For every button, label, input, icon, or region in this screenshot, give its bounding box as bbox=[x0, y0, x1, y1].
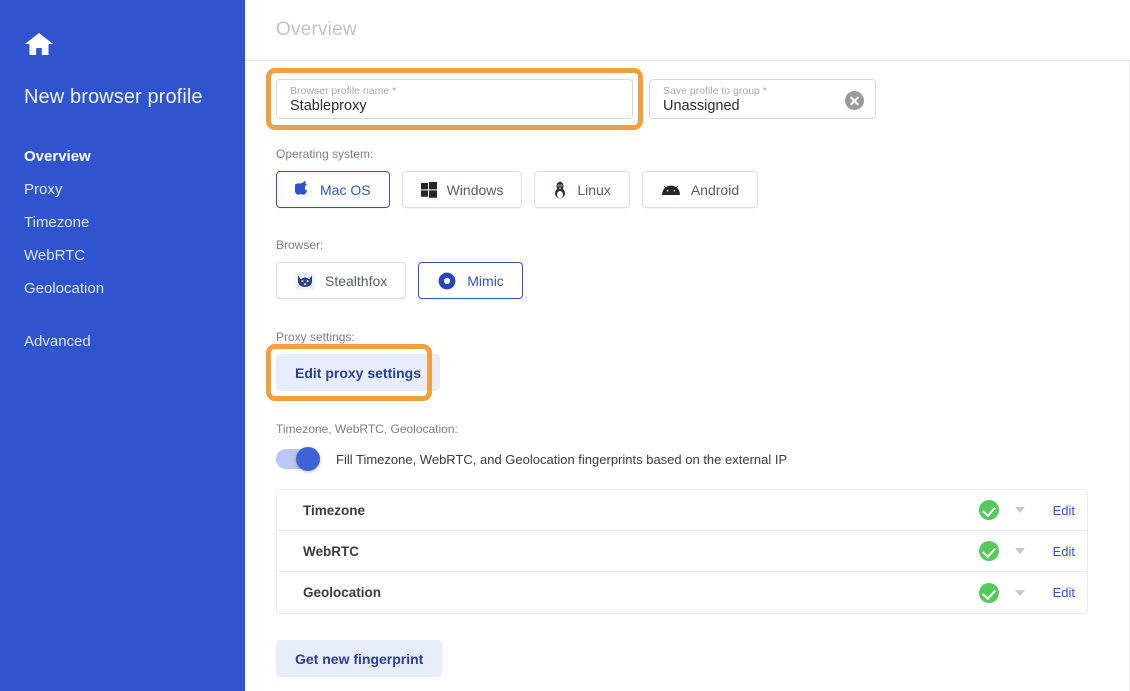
sidebar-title: New browser profile bbox=[24, 86, 203, 108]
app-window: New browser profile Overview Proxy Timez… bbox=[0, 0, 1130, 691]
caret-down-icon[interactable] bbox=[1015, 507, 1025, 513]
browser-option-stealthfox-label: Stealthfox bbox=[325, 272, 388, 289]
fill-fingerprints-toggle[interactable] bbox=[276, 447, 320, 471]
windows-icon bbox=[420, 181, 437, 198]
clear-circle-icon[interactable] bbox=[845, 91, 864, 110]
operating-system-options: Mac OS Windows Linux Android bbox=[245, 171, 1129, 208]
os-option-android-label: Android bbox=[690, 181, 740, 198]
apple-icon bbox=[295, 180, 310, 199]
fingerprint-toggle-text: Fill Timezone, WebRTC, and Geolocation f… bbox=[336, 451, 788, 467]
sidebar-item-timezone[interactable]: Timezone bbox=[24, 206, 224, 239]
browser-option-mimic[interactable]: Mimic bbox=[418, 262, 523, 299]
get-fingerprint-wrap: Get new fingerprint bbox=[276, 640, 1129, 677]
group-select[interactable]: Save profile to group * Unassigned bbox=[649, 79, 876, 119]
fox-icon bbox=[295, 271, 315, 290]
browser-options: Stealthfox Mimic bbox=[245, 262, 1129, 299]
edit-link-webrtc[interactable]: Edit bbox=[1045, 544, 1075, 559]
table-row: WebRTC Edit bbox=[277, 531, 1087, 572]
sidebar-item-webrtc[interactable]: WebRTC bbox=[24, 239, 224, 272]
content-area: Browser profile name * Stableproxy Save … bbox=[245, 61, 1130, 691]
main-panel: Overview Browser profile name * Stablepr… bbox=[245, 0, 1130, 691]
sidebar: New browser profile Overview Proxy Timez… bbox=[0, 0, 245, 691]
row-label-geolocation: Geolocation bbox=[303, 585, 382, 600]
get-new-fingerprint-button[interactable]: Get new fingerprint bbox=[276, 640, 443, 677]
proxy-settings-label: Proxy settings: bbox=[276, 330, 355, 344]
fingerprint-list: Timezone Edit WebRTC Edit Geolocation Ed… bbox=[276, 489, 1088, 614]
os-option-macos-label: Mac OS bbox=[320, 181, 371, 198]
sidebar-nav: Overview Proxy Timezone WebRTC Geolocati… bbox=[24, 140, 224, 358]
os-option-linux-label: Linux bbox=[577, 181, 611, 198]
browser-label: Browser: bbox=[276, 238, 324, 252]
profile-name-value: Stableproxy bbox=[290, 98, 367, 114]
table-row: Timezone Edit bbox=[277, 490, 1087, 531]
edit-link-timezone[interactable]: Edit bbox=[1045, 503, 1075, 518]
caret-down-icon[interactable] bbox=[1015, 589, 1025, 596]
sidebar-item-overview[interactable]: Overview bbox=[24, 140, 224, 173]
browser-option-mimic-label: Mimic bbox=[467, 272, 504, 289]
os-option-windows[interactable]: Windows bbox=[401, 171, 523, 208]
ring-icon bbox=[437, 271, 457, 291]
green-check-icon bbox=[979, 582, 999, 603]
page-title: Overview bbox=[276, 19, 357, 40]
fingerprint-toggle-row: Fill Timezone, WebRTC, and Geolocation f… bbox=[245, 447, 1129, 471]
home-icon[interactable] bbox=[24, 30, 54, 58]
group-field-wrap: Save profile to group * Unassigned bbox=[649, 79, 876, 119]
page-header: Overview bbox=[245, 0, 1130, 61]
green-check-icon bbox=[979, 500, 999, 520]
sidebar-item-advanced[interactable]: Advanced bbox=[24, 325, 224, 358]
browser-option-stealthfox[interactable]: Stealthfox bbox=[276, 262, 407, 299]
profile-fields-row: Browser profile name * Stableproxy Save … bbox=[245, 61, 1129, 130]
profile-name-label: Browser profile name * bbox=[290, 85, 397, 97]
sidebar-item-geolocation[interactable]: Geolocation bbox=[24, 272, 224, 305]
os-option-android[interactable]: Android bbox=[641, 171, 759, 208]
os-option-macos[interactable]: Mac OS bbox=[276, 171, 390, 208]
green-check-icon bbox=[979, 541, 999, 561]
edit-proxy-settings-button[interactable]: Edit proxy settings bbox=[276, 354, 441, 391]
profile-name-field-wrap: Browser profile name * Stableproxy bbox=[266, 68, 643, 130]
caret-down-icon[interactable] bbox=[1015, 548, 1025, 554]
fingerprints-label: Timezone, WebRTC, Geolocation: bbox=[276, 422, 458, 436]
profile-name-input[interactable]: Browser profile name * Stableproxy bbox=[276, 79, 633, 119]
android-icon bbox=[661, 184, 681, 196]
row-label-timezone: Timezone bbox=[303, 502, 366, 518]
sidebar-item-proxy[interactable]: Proxy bbox=[24, 173, 224, 206]
linux-penguin-icon bbox=[553, 181, 567, 199]
operating-system-label: Operating system: bbox=[276, 147, 374, 161]
os-option-linux[interactable]: Linux bbox=[534, 171, 630, 208]
os-option-windows-label: Windows bbox=[446, 181, 504, 198]
group-label: Save profile to group * bbox=[663, 85, 767, 97]
toggle-knob bbox=[296, 447, 320, 471]
edit-link-geolocation[interactable]: Edit bbox=[1045, 585, 1075, 600]
table-row: Geolocation Edit bbox=[277, 572, 1087, 613]
group-value: Unassigned bbox=[663, 98, 740, 114]
proxy-button-wrap: Edit proxy settings bbox=[266, 344, 441, 401]
row-label-webrtc: WebRTC bbox=[303, 543, 359, 559]
